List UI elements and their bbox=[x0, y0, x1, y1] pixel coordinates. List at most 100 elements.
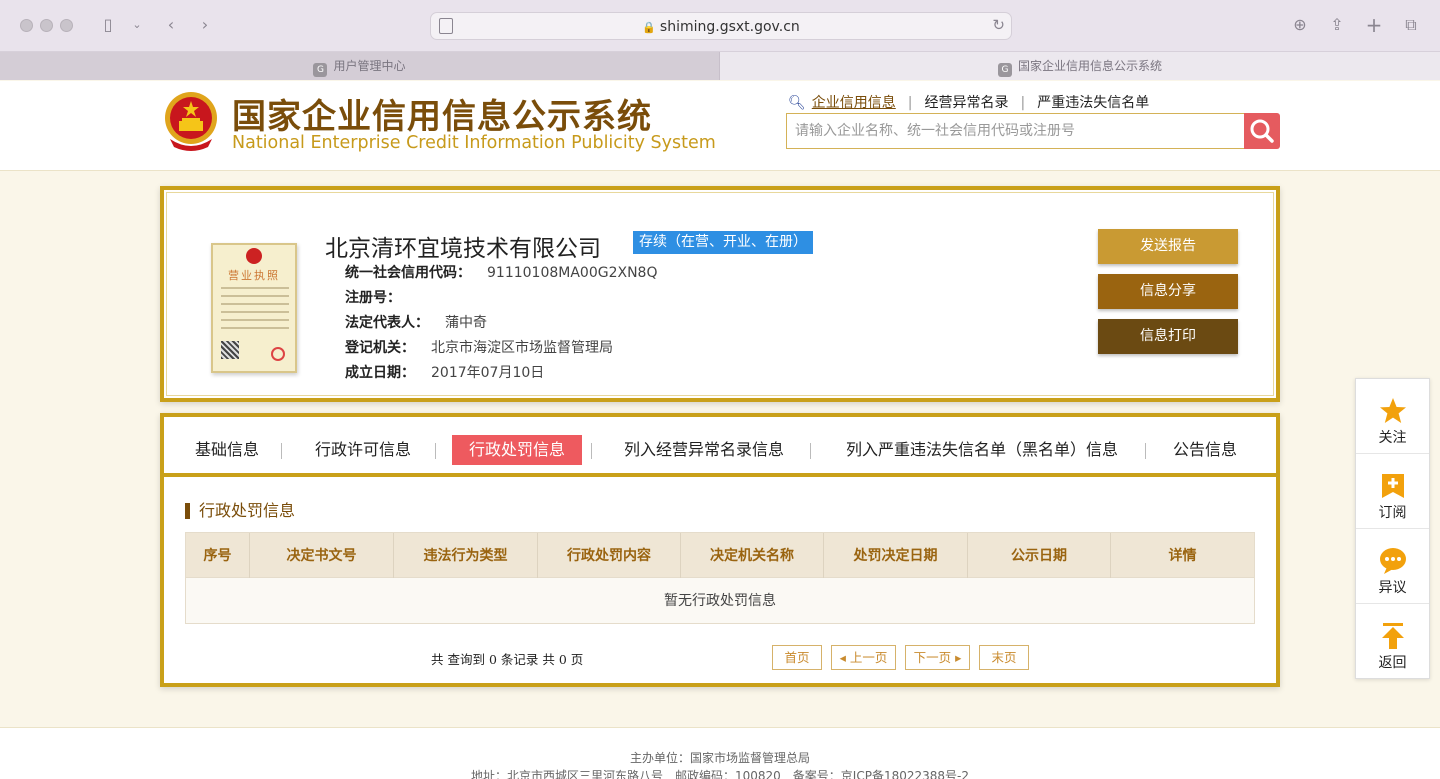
chevron-down-icon[interactable]: ⌄ bbox=[126, 14, 148, 36]
tab-abnormal-list[interactable]: 列入经营异常名录信息 bbox=[614, 435, 794, 465]
seal-icon bbox=[271, 347, 285, 361]
field-label: 注册号： bbox=[345, 290, 401, 306]
first-page-button[interactable]: 首页 bbox=[772, 645, 822, 670]
col-header: 决定机关名称 bbox=[681, 533, 824, 579]
favicon-icon: G bbox=[997, 63, 1012, 77]
nav-credit-info[interactable]: 企业信用信息 bbox=[812, 92, 896, 112]
col-header: 决定书文号 bbox=[250, 533, 394, 579]
tab-gsxt[interactable]: G 国家企业信用信息公示系统 bbox=[720, 52, 1440, 80]
company-panel: 营业执照 北京清环宜境技术有限公司 存续（在营、开业、在册） 统一社会信用代码：… bbox=[160, 186, 1280, 402]
license-emblem-icon bbox=[246, 248, 262, 264]
sidebar-icon[interactable]: ▯ bbox=[97, 14, 119, 36]
site-header: 国家企业信用信息公示系统 National Enterprise Credit … bbox=[0, 81, 1440, 171]
star-icon bbox=[1380, 398, 1406, 423]
chat-bubble-icon bbox=[1380, 548, 1406, 574]
col-header: 公示日期 bbox=[968, 533, 1111, 579]
col-header: 处罚决定日期 bbox=[824, 533, 968, 579]
tab-bar: G 用户管理中心 G 国家企业信用信息公示系统 bbox=[0, 52, 1440, 80]
qr-code-icon bbox=[221, 341, 239, 359]
pager-summary: 共 查询到 0 条记录 共 0 页 bbox=[431, 652, 584, 667]
tab-separator bbox=[435, 443, 436, 459]
next-page-label: 下一页 bbox=[913, 650, 952, 665]
side-follow[interactable]: 关注 bbox=[1356, 379, 1429, 454]
back-icon[interactable]: ‹ bbox=[160, 14, 182, 36]
info-reg-authority: 登记机关： 北京市海淀区市场监督管理局 bbox=[345, 337, 613, 357]
field-value: 2017年07月10日 bbox=[431, 365, 545, 381]
field-label: 统一社会信用代码： bbox=[345, 265, 471, 281]
search-icon: 🔍︎ bbox=[788, 95, 806, 111]
tab-label: 国家企业信用信息公示系统 bbox=[1017, 59, 1162, 73]
site-title: 国家企业信用信息公示系统 bbox=[232, 97, 652, 137]
new-tab-icon[interactable]: + bbox=[1363, 14, 1385, 36]
side-label: 关注 bbox=[1378, 430, 1407, 446]
license-title: 营业执照 bbox=[228, 269, 280, 282]
tab-user-center[interactable]: G 用户管理中心 bbox=[0, 52, 720, 80]
tab-separator bbox=[591, 443, 592, 459]
info-est-date: 成立日期： 2017年07月10日 bbox=[345, 362, 544, 382]
col-header: 详情 bbox=[1168, 548, 1197, 564]
field-value: 蒲中奇 bbox=[445, 315, 487, 331]
subtab-bar: 基础信息 行政许可信息 行政处罚信息 列入经营异常名录信息 列入严重违法失信名单… bbox=[164, 417, 1276, 477]
nav-blacklist[interactable]: 严重违法失信名单 bbox=[1037, 92, 1149, 112]
nav-abnormal-list[interactable]: 经营异常名录 bbox=[925, 92, 1009, 112]
nav-separator: | bbox=[907, 95, 913, 111]
tab-admin-license[interactable]: 行政许可信息 bbox=[308, 435, 418, 465]
tab-basic-info[interactable]: 基础信息 bbox=[186, 435, 268, 465]
detail-panel: 基础信息 行政许可信息 行政处罚信息 列入经营异常名录信息 列入严重违法失信名单… bbox=[160, 413, 1280, 687]
field-label: 法定代表人： bbox=[345, 315, 429, 331]
url-text: shiming.gsxt.gov.cn bbox=[659, 19, 800, 35]
tab-separator bbox=[281, 443, 282, 459]
penalty-table: 序号 决定书文号 违法行为类型 行政处罚内容 决定机关名称 处罚决定日期 公示日… bbox=[185, 532, 1255, 624]
side-back-to-top[interactable]: 返回 bbox=[1356, 604, 1429, 679]
col-header: 序号 bbox=[186, 533, 250, 579]
prev-page-label: 上一页 bbox=[849, 650, 888, 665]
side-objection[interactable]: 异议 bbox=[1356, 529, 1429, 604]
tab-announcement[interactable]: 公告信息 bbox=[1160, 435, 1250, 465]
business-license-image[interactable]: 营业执照 bbox=[211, 243, 297, 373]
download-icon[interactable]: ⊕ bbox=[1289, 14, 1311, 36]
site-subtitle: National Enterprise Credit Information P… bbox=[232, 133, 716, 153]
section-title: 行政处罚信息 bbox=[185, 503, 295, 519]
table-header: 序号 决定书文号 违法行为类型 行政处罚内容 决定机关名称 处罚决定日期 公示日… bbox=[185, 532, 1255, 579]
tab-overview-icon[interactable]: ⧉ bbox=[1400, 14, 1422, 36]
info-reg-number: 注册号： bbox=[345, 287, 417, 307]
license-text-lines bbox=[221, 287, 289, 335]
tab-admin-penalty[interactable]: 行政处罚信息 bbox=[452, 435, 582, 465]
site-footer: 主办单位：国家市场监督管理总局 地址：北京市西城区三里河东路八号 邮政编码：10… bbox=[0, 727, 1440, 779]
field-label: 登记机关： bbox=[345, 340, 415, 356]
share-info-button[interactable]: 信息分享 bbox=[1098, 274, 1238, 309]
nav-separator: | bbox=[1020, 95, 1026, 111]
national-emblem-icon bbox=[165, 92, 217, 151]
arrow-up-icon bbox=[1382, 623, 1404, 649]
magnifier-icon bbox=[1250, 119, 1274, 143]
caret-right-icon: ▸ bbox=[955, 650, 962, 665]
last-page-button[interactable]: 末页 bbox=[979, 645, 1029, 670]
share-icon[interactable]: ⇪ bbox=[1326, 14, 1348, 36]
window-zoom-button[interactable] bbox=[60, 19, 73, 32]
next-page-button[interactable]: 下一页 ▸ bbox=[905, 645, 970, 670]
forward-icon[interactable]: › bbox=[194, 14, 216, 36]
side-subscribe[interactable]: 订阅 bbox=[1356, 454, 1429, 529]
top-nav: 🔍︎ 企业信用信息 | 经营异常名录 | 严重违法失信名单 bbox=[788, 92, 1149, 112]
search-input[interactable]: 请输入企业名称、统一社会信用代码或注册号 bbox=[786, 113, 1246, 149]
field-value: 91110108MA00G2XN8Q bbox=[487, 265, 658, 281]
search-button[interactable] bbox=[1244, 113, 1280, 149]
side-label: 订阅 bbox=[1378, 505, 1407, 521]
window-minimize-button[interactable] bbox=[40, 19, 53, 32]
field-value: 北京市海淀区市场监督管理局 bbox=[431, 340, 613, 356]
col-header: 违法行为类型 bbox=[394, 533, 538, 579]
tab-separator bbox=[1145, 443, 1146, 459]
send-report-button[interactable]: 发送报告 bbox=[1098, 229, 1238, 264]
print-info-button[interactable]: 信息打印 bbox=[1098, 319, 1238, 354]
footer-address: 地址：北京市西城区三里河东路八号 邮政编码：100820 备案号：京ICP备18… bbox=[470, 769, 969, 779]
address-bar[interactable]: 🔒 shiming.gsxt.gov.cn ↻ bbox=[430, 12, 1012, 40]
tab-blacklist[interactable]: 列入严重违法失信名单（黑名单）信息 bbox=[832, 435, 1132, 465]
prev-page-button[interactable]: ◂ 上一页 bbox=[831, 645, 896, 670]
window-close-button[interactable] bbox=[20, 19, 33, 32]
status-badge: 存续（在营、开业、在册） bbox=[633, 231, 813, 254]
reload-icon[interactable]: ↻ bbox=[992, 16, 1005, 34]
tab-label: 用户管理中心 bbox=[333, 59, 406, 73]
company-name: 北京清环宜境技术有限公司 bbox=[325, 236, 601, 262]
browser-toolbar: ▯ ⌄ ‹ › 🔒 shiming.gsxt.gov.cn ↻ ⊕ ⇪ + ⧉ bbox=[0, 0, 1440, 52]
side-label: 返回 bbox=[1378, 655, 1407, 671]
